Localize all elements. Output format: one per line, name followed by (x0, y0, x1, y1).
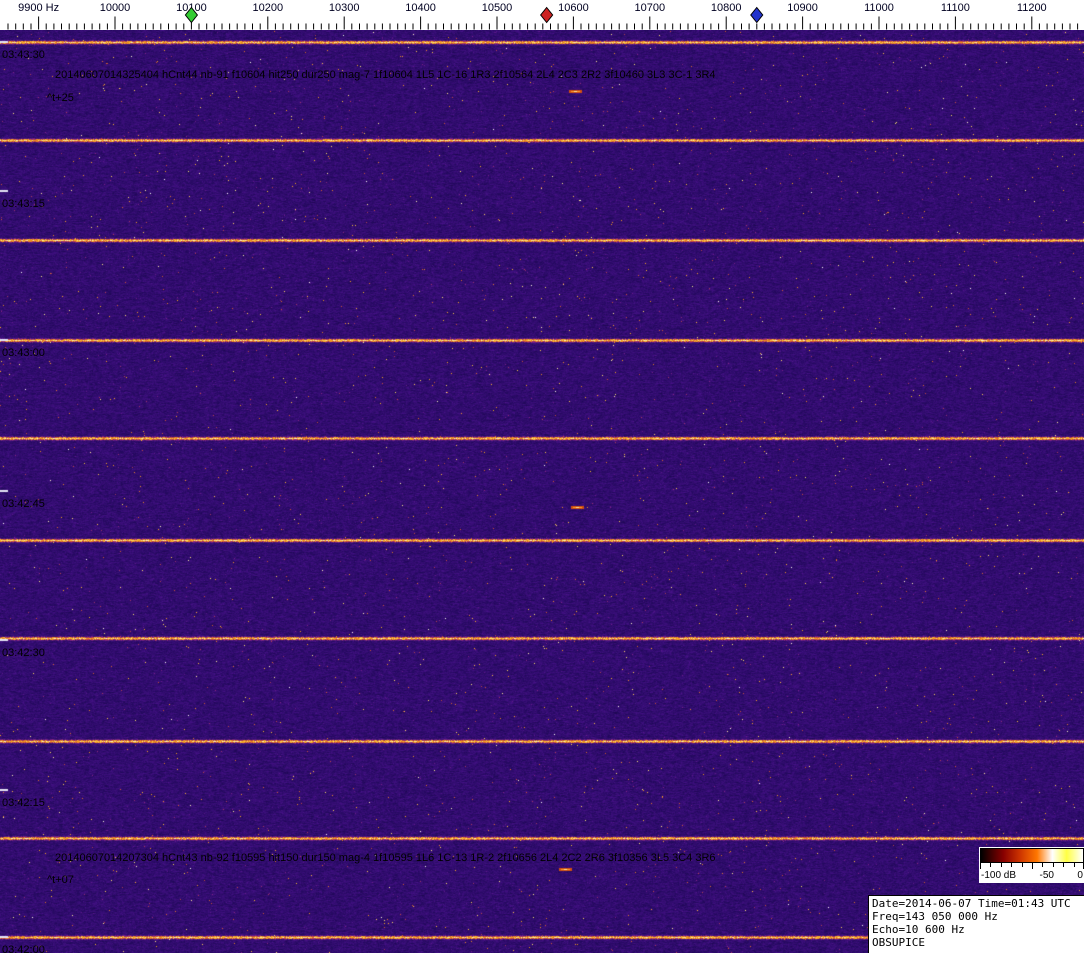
frequency-ruler-svg: 9900 Hz100001010010200103001040010500106… (7, 2, 1079, 30)
freq-label: 11100 (941, 2, 970, 14)
freq-label: 10300 (329, 2, 360, 14)
info-box: Date=2014-06-07 Time=01:43 UTC Freq=143 … (868, 895, 1084, 953)
info-echo-line: Echo=10 600 Hz (872, 923, 965, 936)
red-diamond-marker (540, 6, 554, 24)
freq-label: 10600 (558, 2, 589, 14)
colorbar-tick (1032, 863, 1033, 869)
colorbar-label-mid: -50 (1039, 870, 1054, 881)
colorbar: -100 dB -50 0 (979, 847, 1084, 883)
freq-label: 11000 (864, 2, 894, 14)
freq-label: 10200 (253, 2, 284, 14)
colorbar-labels: -100 dB -50 0 (980, 869, 1084, 882)
colorbar-ticks (980, 863, 1084, 869)
freq-label: 10000 (100, 2, 131, 14)
info-station-line: OBSUPICE (872, 936, 925, 949)
blue-diamond-marker (750, 6, 764, 24)
freq-label: 9900 Hz (18, 2, 59, 14)
spectrogram-canvas (0, 30, 1084, 953)
frequency-ruler: 9900 Hz100001010010200103001040010500106… (0, 0, 1084, 30)
info-date-line: Date=2014-06-07 Time=01:43 UTC (872, 897, 1071, 910)
freq-label: 10800 (711, 2, 742, 14)
spectrogram-app: 9900 Hz100001010010200103001040010500106… (0, 0, 1084, 953)
colorbar-tick (1011, 863, 1013, 867)
colorbar-tick (1052, 863, 1054, 867)
colorbar-tick (1000, 863, 1002, 867)
colorbar-tick (1063, 863, 1065, 867)
freq-label: 10400 (405, 2, 436, 14)
colorbar-tick (1021, 863, 1023, 867)
freq-label: 10900 (787, 2, 818, 14)
freq-label: 10700 (635, 2, 666, 14)
colorbar-tick (980, 863, 981, 869)
colorbar-tick (990, 863, 992, 867)
freq-label: 11200 (1017, 2, 1047, 14)
freq-label: 10500 (482, 2, 513, 14)
colorbar-label-min: -100 dB (981, 870, 1017, 881)
colorbar-gradient (980, 848, 1084, 863)
info-freq-line: Freq=143 050 000 Hz (872, 910, 998, 923)
colorbar-tick (1073, 863, 1075, 867)
colorbar-label-max: 0 (1077, 870, 1083, 881)
colorbar-tick (1042, 863, 1044, 867)
